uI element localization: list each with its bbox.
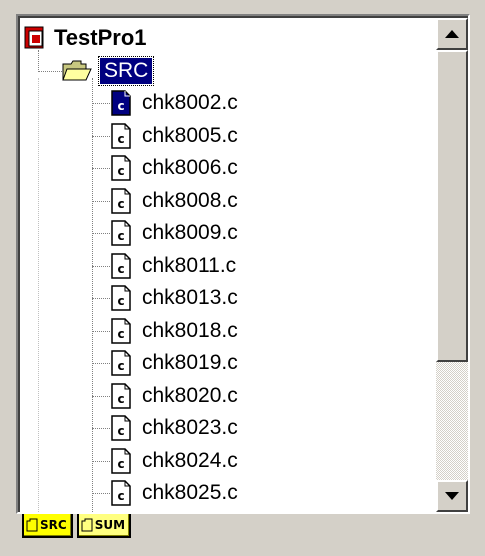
file-item[interactable]: c chk8019.c <box>110 347 238 379</box>
project-icon <box>24 26 46 50</box>
c-file-icon: c <box>110 415 132 441</box>
file-label: chk8005.c <box>142 123 238 147</box>
tree-line <box>38 78 39 512</box>
tree-line <box>92 78 93 512</box>
tree-line <box>92 363 110 364</box>
file-tab-icon <box>26 518 38 532</box>
svg-text:c: c <box>117 489 124 503</box>
file-item[interactable]: c chk8009.c <box>110 217 238 249</box>
c-file-icon: c <box>110 480 132 506</box>
tree-line <box>92 428 110 429</box>
root-label: TestPro1 <box>54 25 147 50</box>
file-label: chk8013.c <box>142 286 238 309</box>
tab-bar: SRC SUM <box>22 514 132 538</box>
file-label: chk8018.c <box>142 318 238 342</box>
tree-folder-item[interactable]: SRC <box>62 55 155 87</box>
tab-sum-label: SUM <box>94 518 126 532</box>
scroll-thumb[interactable] <box>436 50 468 362</box>
file-item[interactable]: c chk8013.c <box>110 282 238 314</box>
svg-text:c: c <box>117 359 124 373</box>
svg-text:c: c <box>117 99 124 113</box>
c-file-icon: c <box>110 90 132 116</box>
file-tab-icon <box>81 518 93 532</box>
tree-line <box>92 168 110 169</box>
open-folder-icon <box>62 60 92 82</box>
file-label: chk8024.c <box>142 448 238 472</box>
file-label: chk8019.c <box>142 351 238 374</box>
svg-text:c: c <box>117 197 124 211</box>
file-item[interactable]: c chk8011.c <box>110 250 236 282</box>
file-item[interactable]: c chk8006.c <box>110 152 238 184</box>
svg-text:c: c <box>117 392 124 406</box>
file-item[interactable]: c chk8018.c <box>110 315 238 347</box>
file-item[interactable]: c chk8025.c <box>110 477 238 509</box>
svg-text:c: c <box>117 164 124 178</box>
project-tree[interactable]: TestPro1 SRC c chk8002.c c chk8005.c c chk800… <box>18 16 436 512</box>
c-file-icon: c <box>110 187 132 214</box>
down-arrow-icon <box>445 492 459 500</box>
file-item[interactable]: c chk8020.c <box>110 380 238 412</box>
c-file-icon: c <box>110 317 132 344</box>
c-file-icon: c <box>110 447 132 474</box>
c-file-icon: c <box>110 122 132 149</box>
scroll-down-button[interactable] <box>436 480 468 512</box>
svg-text:c: c <box>117 424 124 438</box>
tree-line <box>92 103 110 104</box>
file-label: chk8011.c <box>142 253 237 277</box>
vertical-scrollbar[interactable] <box>436 16 468 512</box>
tree-line <box>92 395 110 397</box>
c-file-icon: c <box>110 220 132 246</box>
svg-text:c: c <box>117 294 124 308</box>
c-file-icon: c <box>110 285 132 311</box>
file-label: chk8020.c <box>142 383 238 407</box>
project-panel: TestPro1 SRC c chk8002.c c chk8005.c c chk800… <box>16 14 470 514</box>
svg-text:c: c <box>117 327 124 341</box>
folder-label: SRC <box>97 56 155 86</box>
c-file-icon: c <box>110 350 132 376</box>
tree-line <box>92 298 110 299</box>
file-item[interactable]: c chk8008.c <box>110 185 238 217</box>
c-file-icon: c <box>110 155 132 181</box>
tree-line <box>92 135 110 137</box>
up-arrow-icon <box>445 30 459 38</box>
tree-root-item[interactable]: TestPro1 <box>24 22 147 54</box>
tree-line <box>92 233 110 234</box>
file-label: chk8002.c <box>142 91 238 114</box>
svg-text:c: c <box>117 457 124 471</box>
file-label: chk8006.c <box>142 156 238 179</box>
file-label: chk8023.c <box>142 416 238 439</box>
tree-line <box>92 200 110 202</box>
tree-line <box>92 460 110 462</box>
tab-sum[interactable]: SUM <box>76 514 132 538</box>
scroll-up-button[interactable] <box>436 18 468 50</box>
file-item[interactable]: c chk8002.c <box>110 87 238 119</box>
tab-src[interactable]: SRC <box>22 514 73 538</box>
file-item[interactable]: c chk8023.c <box>110 412 238 444</box>
file-item[interactable]: c chk8024.c <box>110 445 238 477</box>
file-label: chk8025.c <box>142 481 238 504</box>
svg-text:c: c <box>117 262 124 276</box>
c-file-icon: c <box>110 252 132 279</box>
file-label: chk8008.c <box>142 188 238 212</box>
tab-src-label: SRC <box>40 518 67 532</box>
file-item[interactable]: c chk8005.c <box>110 120 238 152</box>
svg-text:c: c <box>117 132 124 146</box>
file-label: chk8009.c <box>142 221 238 244</box>
svg-text:c: c <box>117 229 124 243</box>
tree-line <box>38 71 62 72</box>
tree-line <box>92 493 110 494</box>
tree-line <box>92 330 110 332</box>
tree-line <box>92 265 110 267</box>
c-file-icon: c <box>110 382 132 409</box>
